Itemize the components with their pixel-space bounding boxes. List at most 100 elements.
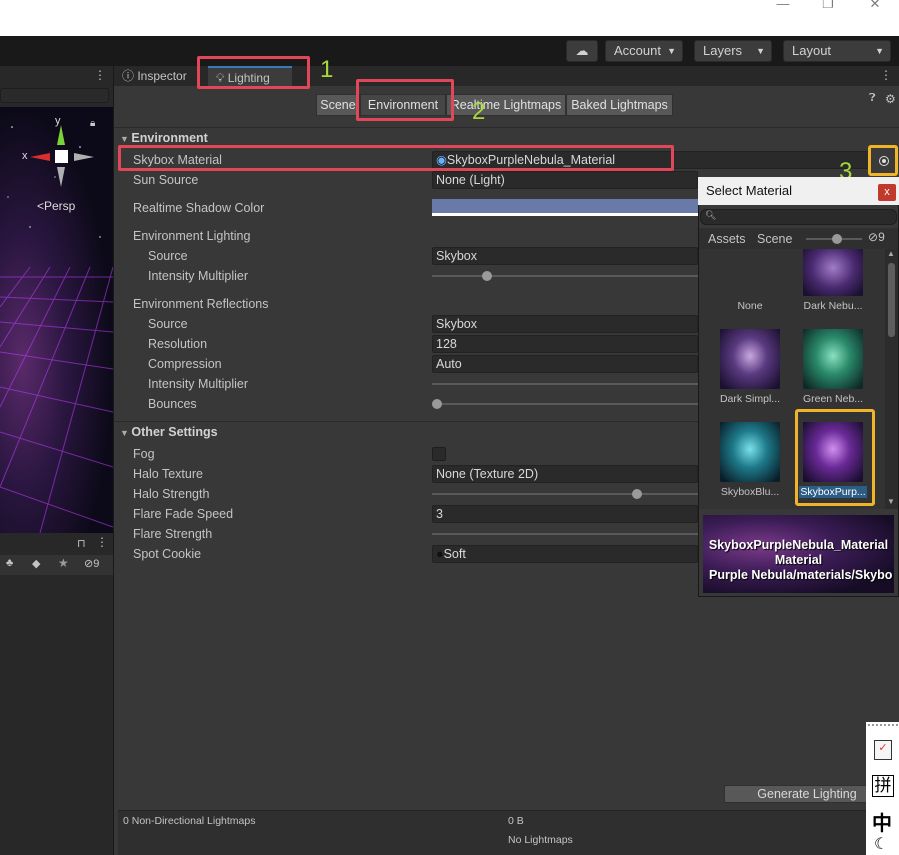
lightmaps-size: 0 B [508, 815, 524, 827]
foldout-arrow-icon: ▼ [120, 428, 132, 438]
thumb-dark-nebula[interactable] [803, 249, 863, 296]
more-icon[interactable]: ⋮ [94, 68, 106, 82]
item-dark-simple-label[interactable]: Dark Simpl... [713, 393, 787, 405]
segment-baked-lightmaps[interactable]: Baked Lightmaps [566, 94, 673, 116]
sun-source-field[interactable]: None (Light) [432, 171, 698, 189]
thumb-green-nebula[interactable] [803, 329, 863, 389]
thumb-skybox-blue[interactable] [720, 422, 780, 482]
divider [114, 127, 899, 128]
scroll-down-icon[interactable]: ▼ [887, 497, 895, 506]
tab-assets[interactable]: Assets [708, 229, 746, 249]
ime-clipboard-icon[interactable]: ✓ [874, 740, 892, 760]
item-green-nebula-label[interactable]: Green Neb... [796, 393, 870, 405]
refl-intensity-slider[interactable] [432, 383, 698, 385]
restore-icon[interactable]: ❐ [813, 0, 843, 12]
fog-label: Fog [133, 447, 155, 461]
picker-search-input[interactable]: 🔍︎ [700, 209, 897, 225]
halo-texture-label: Halo Texture [133, 467, 203, 481]
halo-texture-field[interactable]: None (Texture 2D) [432, 465, 698, 483]
eye-slash-icon: ⊘ [868, 230, 879, 244]
search-icon: 🔍︎ [705, 210, 717, 220]
annotation-1: 1 [320, 56, 334, 83]
spot-cookie-field[interactable]: ●Soft [432, 545, 698, 563]
more-icon[interactable]: ⋮ [96, 535, 108, 549]
hidden-count-value: 9 [93, 558, 100, 570]
component-icon[interactable]: ♣ [6, 557, 13, 569]
annotation-2: 2 [472, 98, 486, 125]
scroll-thumb[interactable] [888, 263, 895, 337]
tag-icon[interactable]: ◆ [32, 557, 40, 570]
halo-strength-slider-knob[interactable] [632, 489, 642, 499]
lock-icon[interactable]: ⊓ [77, 537, 86, 550]
minimize-icon[interactable]: — [768, 0, 798, 12]
ime-chinese-toggle[interactable]: 中 [872, 807, 892, 836]
spot-cookie-value: Soft [443, 547, 466, 561]
fog-checkbox[interactable] [432, 447, 446, 461]
segment-realtime-lightmaps[interactable]: Realtime Lightmaps [446, 94, 566, 116]
thumb-size-knob[interactable] [832, 234, 842, 244]
item-dark-nebula-label[interactable]: Dark Nebu... [796, 300, 870, 312]
picker-scrollbar[interactable]: ▲ ▼ [885, 249, 898, 509]
ime-pinyin-button[interactable]: 拼 [872, 775, 894, 797]
bounces-slider-knob[interactable] [432, 399, 442, 409]
close-icon[interactable]: ✕ [860, 0, 890, 12]
item-skybox-blue-label[interactable]: SkyboxBlu... [713, 486, 787, 498]
flare-strength-slider[interactable] [432, 533, 698, 535]
layers-dropdown[interactable]: Layers ▼ [694, 40, 772, 62]
help-icon[interactable]: ❓︎ [869, 92, 876, 105]
bounces-label: Bounces [148, 397, 197, 411]
item-none-label[interactable]: None [713, 300, 787, 312]
texture-icon: ● [436, 547, 444, 561]
thumb-dark-simple[interactable] [720, 329, 780, 389]
intensity-label: Intensity Multiplier [148, 269, 249, 283]
object-picker-button[interactable] [868, 145, 898, 176]
intensity-slider-track[interactable] [432, 275, 698, 277]
halo-strength-label: Halo Strength [133, 487, 210, 501]
highlight-skybox [118, 145, 674, 171]
info-icon: ⓘ [122, 69, 138, 83]
tab-inspector-label: Inspector [137, 69, 187, 83]
account-dropdown[interactable]: Account ▼ [605, 40, 683, 62]
preview-path: Purple Nebula/materials/Skybo [709, 568, 893, 582]
star-icon[interactable]: ★ [58, 556, 69, 570]
hidden-count[interactable]: ⊘9 [84, 557, 99, 570]
thumb-skybox-purple[interactable] [803, 422, 863, 482]
preview-type: Material [774, 553, 823, 567]
halo-strength-slider-track[interactable] [432, 493, 698, 495]
scroll-up-icon[interactable]: ▲ [887, 249, 895, 258]
dropdown-arrow-icon: ▼ [875, 46, 884, 56]
orientation-gizmo[interactable] [30, 125, 94, 189]
lock-icon[interactable]: 🔒︎ [90, 118, 95, 129]
tab-inspector[interactable]: ⓘ Inspector [114, 66, 195, 86]
other-settings-label: Other Settings [131, 425, 218, 439]
bounces-slider-track[interactable] [432, 403, 698, 405]
preview-name: SkyboxPurpleNebula_Material [708, 538, 889, 552]
intensity-slider-knob[interactable] [482, 271, 492, 281]
shadow-color-swatch[interactable] [432, 199, 698, 216]
compression-field[interactable]: Auto [432, 355, 698, 373]
layout-label: Layout [792, 43, 832, 58]
persp-label[interactable]: <Persp [37, 199, 75, 213]
refl-source-label: Source [148, 317, 188, 331]
tab-scene[interactable]: Scene [757, 229, 792, 249]
scene-search-input[interactable] [0, 88, 109, 103]
resolution-field[interactable]: 128 [432, 335, 698, 353]
refl-source-field[interactable]: Skybox [432, 315, 698, 333]
flare-fade-field[interactable]: 3 [432, 505, 698, 523]
refl-intensity-label: Intensity Multiplier [148, 377, 249, 391]
ime-grip[interactable] [868, 724, 898, 726]
cloud-button[interactable]: ☁ [566, 40, 598, 62]
segment-scene[interactable]: Scene [316, 94, 360, 116]
highlight-environment [356, 79, 454, 121]
settings-icon[interactable]: ⚙ [885, 92, 896, 106]
other-settings-header[interactable]: ▼ Other Settings [120, 423, 218, 441]
env-source-field[interactable]: Skybox [432, 247, 698, 265]
flare-fade-label: Flare Fade Speed [133, 507, 234, 521]
layout-dropdown[interactable]: Layout ▼ [783, 40, 891, 62]
env-reflections-label: Environment Reflections [133, 297, 269, 311]
more-icon[interactable]: ⋮ [880, 68, 892, 82]
picker-close-button[interactable]: x [878, 184, 896, 201]
item-skybox-purple-label[interactable]: SkyboxPurp... [799, 486, 867, 498]
ime-moon-icon[interactable]: ☾ [874, 834, 888, 854]
picker-hidden-count[interactable]: ⊘9 [868, 230, 885, 244]
